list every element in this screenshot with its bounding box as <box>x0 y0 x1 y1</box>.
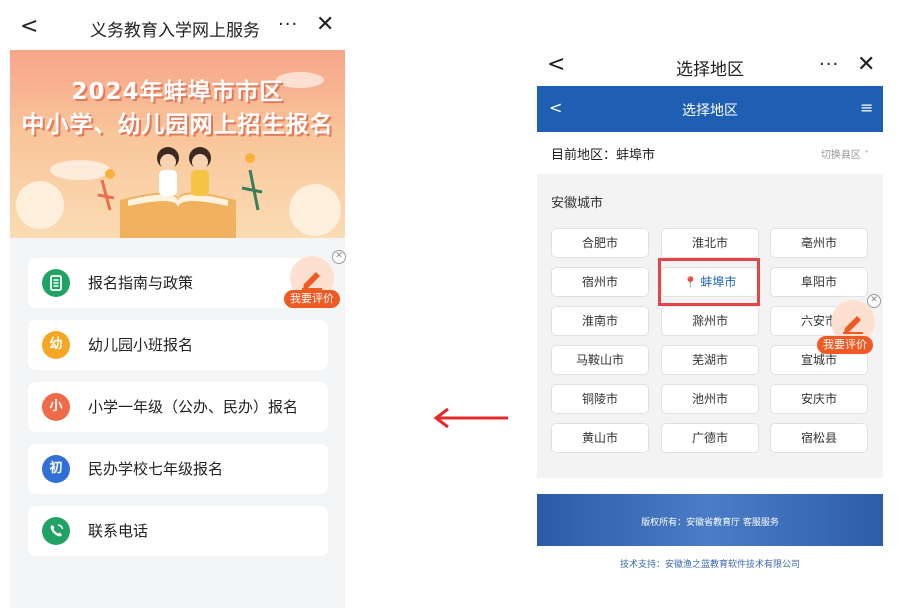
city-button[interactable]: 芜湖市 <box>661 345 759 375</box>
city-button[interactable]: 广德市 <box>661 423 759 453</box>
menu-item-label: 民办学校七年级报名 <box>88 460 224 478</box>
current-region-label: 目前地区：蚌埠市 <box>551 148 656 163</box>
menu-item-primary-grade1[interactable]: 小 小学一年级（公办、民办）报名 <box>28 382 328 432</box>
city-button[interactable]: 合肥市 <box>551 228 649 258</box>
phone-icon <box>42 517 70 545</box>
section-title: 安徽城市 <box>551 196 604 211</box>
evaluate-label: 我要评价 <box>817 336 873 354</box>
pencil-icon <box>843 316 863 334</box>
junior-badge-icon: 初 <box>42 455 70 483</box>
copyright-text: 版权所有：安徽省教育厅 客服服务 <box>641 518 779 528</box>
city-button[interactable]: 阜阳市 <box>770 267 868 297</box>
selection-highlight-box <box>658 258 760 306</box>
close-icon[interactable]: ✕ <box>867 294 881 308</box>
evaluate-float-button[interactable]: 我要评价 ✕ <box>284 250 346 314</box>
tech-support-text: 技术支持：安徽渔之蓝教育软件技术有限公司 <box>619 560 800 570</box>
city-button[interactable]: 黄山市 <box>551 423 649 453</box>
menu-item-label: 报名指南与政策 <box>88 274 194 292</box>
header-title: 选择地区 <box>682 103 738 119</box>
menu-item-label: 小学一年级（公办、民办）报名 <box>88 398 299 416</box>
region-header-bar: < 选择地区 ≡ <box>537 86 883 132</box>
enrollment-banner: 2024年蚌埠市市区 中小学、幼儿园网上招生报名 <box>10 50 345 238</box>
banner-title-line1: 2024年蚌埠市市区 <box>71 79 284 105</box>
city-button[interactable]: 宿松县 <box>770 423 868 453</box>
back-button[interactable]: < <box>20 14 38 39</box>
page-title: 义务教育入学网上服务 <box>90 21 260 41</box>
city-button[interactable]: 淮南市 <box>551 306 649 336</box>
pencil-icon <box>302 272 322 290</box>
banner-title-line2: 中小学、幼儿园网上招生报名 <box>21 112 334 138</box>
city-button[interactable]: 池州市 <box>661 384 759 414</box>
close-button[interactable]: ✕ <box>316 12 334 37</box>
left-arrow-icon <box>433 407 508 429</box>
footer-banner: 版权所有：安徽省教育厅 客服服务 <box>537 494 883 546</box>
kindergarten-badge-icon: 幼 <box>42 331 70 359</box>
menu-item-private-grade7[interactable]: 初 民办学校七年级报名 <box>28 444 328 494</box>
city-button[interactable]: 铜陵市 <box>551 384 649 414</box>
right-top-bar: < 选择地区 ··· ✕ <box>537 0 883 86</box>
evaluate-label: 我要评价 <box>284 290 340 308</box>
menu-item-guide[interactable]: 报名指南与政策 <box>28 258 328 308</box>
close-icon[interactable]: ✕ <box>332 250 346 264</box>
city-button[interactable]: 安庆市 <box>770 384 868 414</box>
city-button[interactable]: 淮北市 <box>661 228 759 258</box>
city-button[interactable]: 亳州市 <box>770 228 868 258</box>
more-button[interactable]: ··· <box>819 54 839 75</box>
city-button[interactable]: 滁州市 <box>661 306 759 336</box>
menu-item-kindergarten[interactable]: 幼 幼儿园小班报名 <box>28 320 328 370</box>
current-region-row: 目前地区：蚌埠市 切换县区 ˅ <box>537 132 883 174</box>
primary-badge-icon: 小 <box>42 393 70 421</box>
menu-item-label: 幼儿园小班报名 <box>88 336 194 354</box>
menu-item-contact[interactable]: 联系电话 <box>28 506 328 556</box>
menu-item-label: 联系电话 <box>88 522 149 540</box>
city-button[interactable]: 宿州市 <box>551 267 649 297</box>
hamburger-menu-icon[interactable]: ≡ <box>860 98 873 117</box>
left-top-bar: < 义务教育入学网上服务 ··· ✕ <box>10 0 345 56</box>
switch-district-link[interactable]: 切换县区 ˅ <box>821 146 869 161</box>
evaluate-float-button[interactable]: 我要评价 ✕ <box>817 294 881 358</box>
close-button[interactable]: ✕ <box>857 52 875 77</box>
left-screen: < 义务教育入学网上服务 ··· ✕ 2024年蚌埠市市区 中小学、幼儿园网上招… <box>10 0 346 608</box>
document-icon <box>42 269 70 297</box>
more-button[interactable]: ··· <box>278 14 298 35</box>
city-button[interactable]: 马鞍山市 <box>551 345 649 375</box>
